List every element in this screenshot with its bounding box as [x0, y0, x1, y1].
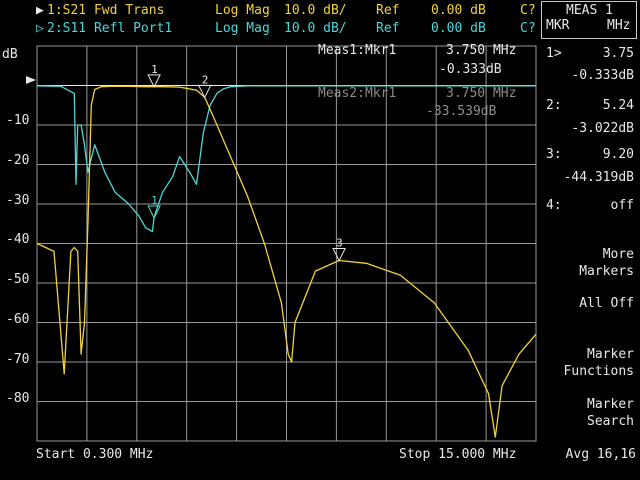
y-tick-label: -40	[6, 232, 30, 247]
marker-4-id: 4:	[546, 198, 562, 213]
trace2-name[interactable]: 2:S11 Refl Port1	[47, 21, 172, 36]
softkey-line: Marker	[587, 347, 634, 362]
trace1-pointer-icon: ▶	[36, 3, 44, 18]
mkr-column-label: MKR	[546, 18, 570, 33]
mhz-column-label: MHz	[607, 18, 631, 33]
start-frequency[interactable]: Start 0.300 MHz	[36, 447, 153, 462]
y-tick-label: -10	[6, 113, 30, 128]
softkey-line: Marker	[587, 397, 634, 412]
meas2-freq: 3.750 MHz	[446, 86, 517, 101]
marker-1-label: 1	[151, 194, 158, 207]
y-tick-label: -20	[6, 153, 30, 168]
trace2-pointer-icon: ▷	[36, 21, 44, 36]
meas1-value: -0.333dB	[439, 62, 502, 77]
y-tick-label: -60	[6, 312, 30, 327]
y-unit-label: dB	[2, 47, 18, 62]
trace2-format: Log Mag	[215, 21, 270, 36]
marker-4-freq[interactable]: off	[611, 198, 634, 213]
trace2-scale: 10.0 dB/	[284, 21, 347, 36]
plot-area: 1 2 3 1	[26, 45, 537, 442]
marker-3-value: -44.319dB	[563, 170, 634, 185]
meas1-label: Meas1:Mkr1	[318, 43, 397, 58]
marker-2-freq[interactable]: 5.24	[603, 98, 634, 113]
marker-1-value: -0.333dB	[571, 68, 634, 83]
marker-2-value: -3.022dB	[571, 121, 634, 136]
y-tick-label: -50	[6, 272, 30, 287]
stop-frequency[interactable]: Stop 15.000 MHz	[399, 447, 516, 462]
marker-1-freq[interactable]: 3.75	[603, 46, 634, 61]
more-markers-softkey[interactable]: More Markers	[579, 246, 634, 280]
marker-3-label: 3	[336, 237, 343, 250]
meas-title: MEAS 1	[566, 3, 613, 18]
averaging-status: Avg 16,16	[565, 447, 636, 462]
trace1-flag: C?	[520, 3, 536, 18]
softkey-line: All Off	[579, 296, 634, 311]
reference-arrow-icon	[26, 76, 36, 84]
marker-3-freq[interactable]: 9.20	[603, 147, 634, 162]
trace2-ref-value: 0.00 dB	[431, 21, 486, 36]
trace1-ref-value: 0.00 dB	[431, 3, 486, 18]
all-off-softkey[interactable]: All Off	[579, 295, 634, 312]
trace2-flag: C?	[520, 21, 536, 36]
marker-1-label: 1	[151, 63, 158, 76]
marker-functions-softkey[interactable]: Marker Functions	[564, 346, 634, 380]
trace1-ref-label: Ref	[376, 3, 400, 18]
meas2-value: -33.539dB	[426, 104, 497, 119]
softkey-line: Search	[587, 414, 634, 429]
softkey-line: Markers	[579, 264, 634, 279]
trace2-ref-label: Ref	[376, 21, 400, 36]
marker-search-softkey[interactable]: Marker Search	[587, 396, 634, 430]
trace1-name[interactable]: 1:S21 Fwd Trans	[47, 3, 164, 18]
marker-2-label: 2	[202, 73, 209, 86]
meas2-label: Meas2:Mkr1	[318, 86, 397, 101]
trace1-format: Log Mag	[215, 3, 270, 18]
y-tick-label: -80	[6, 391, 30, 406]
marker-2-id: 2:	[546, 98, 562, 113]
marker-1-id: 1>	[546, 46, 562, 61]
softkey-line: Functions	[563, 364, 634, 379]
softkey-line: More	[602, 247, 634, 262]
y-tick-label: -30	[6, 193, 30, 208]
meas1-freq: 3.750 MHz	[446, 43, 517, 58]
y-tick-label: -70	[6, 352, 30, 367]
trace1-scale: 10.0 dB/	[284, 3, 347, 18]
marker-3-id: 3:	[546, 147, 562, 162]
